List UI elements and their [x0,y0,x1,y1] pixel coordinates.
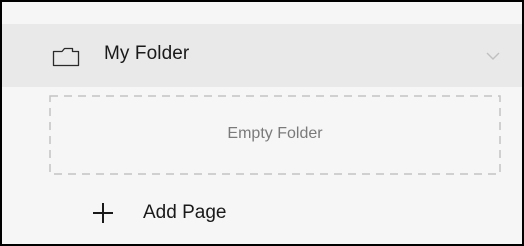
chevron-down-icon[interactable] [485,49,501,61]
folder-header-my-folder[interactable]: My Folder [2,24,522,87]
folder-contents: Empty Folder Add Page [2,87,522,244]
panel-top-spacer [2,2,522,24]
pages-panel: My Folder Empty Folder Add Page [0,0,524,246]
plus-icon [92,202,114,224]
folder-name: My Folder [104,43,190,64]
empty-folder-text: Empty Folder [227,125,323,142]
empty-folder-dropzone: Empty Folder [49,95,501,175]
add-page-label: Add Page [143,202,227,223]
folder-icon [51,46,81,68]
add-page-button[interactable]: Add Page [92,197,226,229]
